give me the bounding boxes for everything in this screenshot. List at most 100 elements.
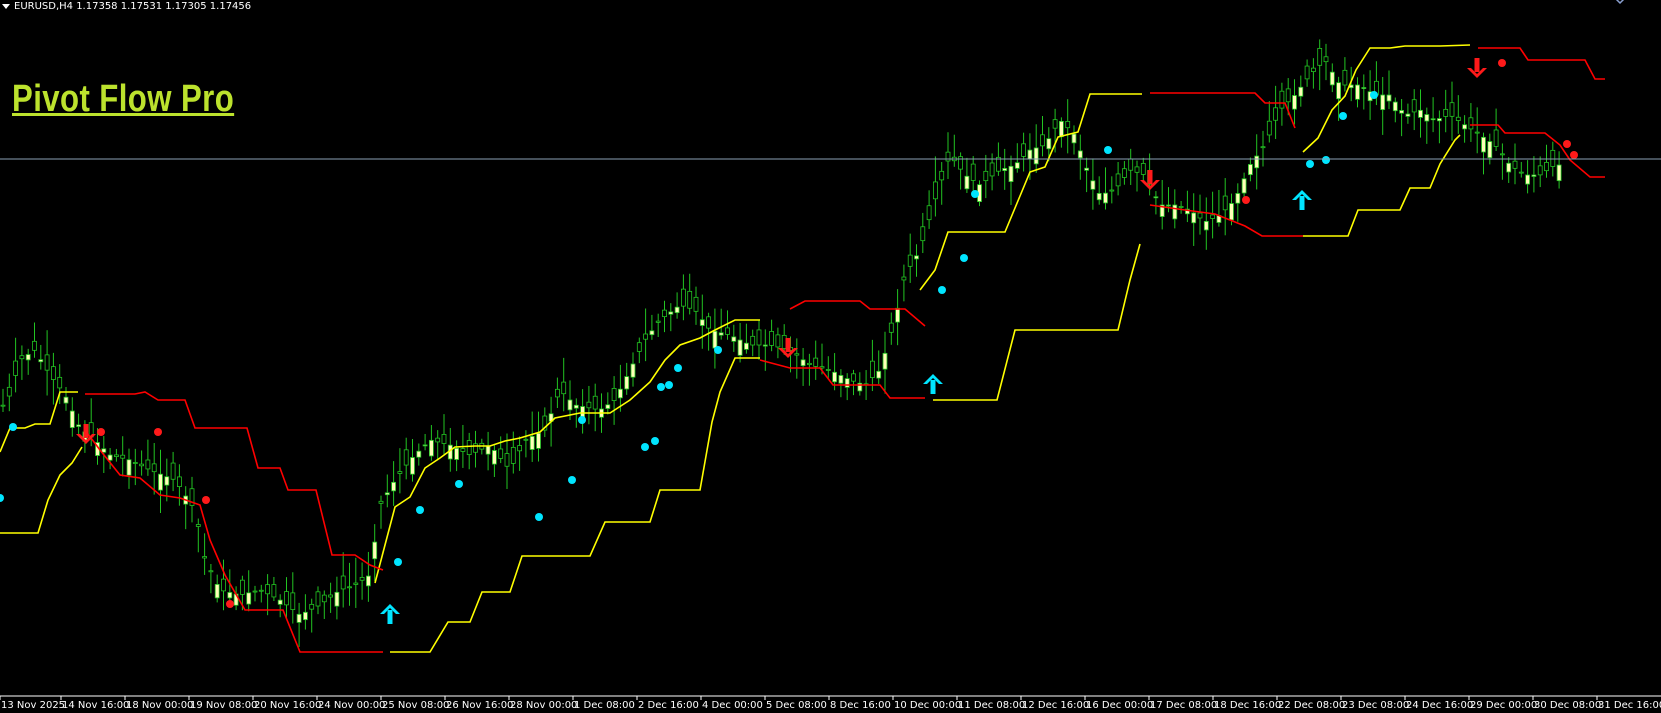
time-tick-label: 18 Dec 16:00: [1214, 700, 1281, 711]
time-tick-label: 25 Nov 08:00: [382, 700, 449, 711]
candle-body: [1487, 141, 1493, 159]
candle-body: [687, 290, 693, 309]
indicator-lines-layer: [0, 44, 1605, 653]
candle-body: [643, 333, 648, 340]
dropdown-triangle-icon[interactable]: [2, 3, 10, 9]
candle-body: [1122, 168, 1127, 178]
candle-body: [1059, 121, 1064, 138]
candle-body: [1292, 95, 1297, 110]
candle-body: [605, 404, 611, 409]
signal-dot: [651, 437, 659, 445]
candle-body: [498, 448, 504, 459]
candle-body: [939, 170, 945, 181]
candle-body: [1317, 48, 1323, 66]
candle-body: [769, 331, 774, 346]
candle-body: [1279, 90, 1285, 109]
candle-body: [290, 592, 296, 611]
candle-body: [1140, 163, 1146, 175]
time-axis: 13 Nov 202514 Nov 16:0018 Nov 00:0019 No…: [0, 696, 1661, 711]
candle-body: [1298, 86, 1304, 97]
candle-body: [1355, 84, 1360, 100]
resistance-line: [789, 300, 926, 327]
candle-body: [145, 459, 151, 470]
signal-dot: [1563, 140, 1571, 148]
candle-body: [202, 556, 208, 559]
candle-body: [365, 575, 371, 587]
candle-body: [1084, 167, 1089, 171]
candle-body: [208, 570, 214, 573]
candle-body: [1040, 134, 1045, 147]
candle-body: [920, 226, 926, 242]
candle-body: [655, 320, 661, 323]
candle-body: [851, 373, 856, 382]
candle-body: [1386, 94, 1392, 102]
candle-body: [227, 592, 233, 599]
signal-dot: [226, 600, 234, 608]
candle-body: [1518, 171, 1524, 174]
candle-body: [63, 396, 69, 404]
time-tick-label: 11 Dec 08:00: [958, 700, 1025, 711]
candle-body: [296, 613, 302, 623]
candle-body: [1550, 149, 1556, 167]
candle-body: [485, 445, 491, 455]
candle-body: [384, 492, 390, 496]
time-tick-label: 19 Nov 08:00: [190, 700, 257, 711]
time-tick-label: 12 Dec 16:00: [1022, 700, 1089, 711]
signal-dot: [0, 494, 4, 502]
candle-body: [1304, 65, 1310, 80]
candle-body: [718, 332, 724, 336]
candle-body: [611, 388, 617, 402]
candle-body: [731, 336, 737, 342]
candle-body: [1323, 56, 1329, 63]
candle-body: [882, 352, 888, 370]
candle-body: [895, 307, 900, 323]
signal-dot: [416, 506, 424, 514]
candle-body: [668, 311, 674, 315]
candle-body: [1455, 116, 1461, 121]
candle-body: [970, 163, 976, 181]
candle-body: [1273, 107, 1278, 121]
candle-body: [756, 329, 762, 346]
signal-dot: [938, 286, 946, 294]
signal-dot: [455, 480, 463, 488]
candle-body: [1008, 165, 1014, 183]
candle-body: [176, 476, 182, 488]
candle-body: [832, 371, 837, 383]
resistance-line: [85, 391, 384, 571]
candle-body: [876, 370, 882, 379]
candle-body: [57, 376, 63, 389]
time-tick-label: 10 Dec 00:00: [894, 700, 961, 711]
time-tick-label: 5 Dec 08:00: [766, 700, 827, 711]
candle-body: [1153, 196, 1159, 199]
buy-arrow-icon: [1292, 190, 1312, 210]
candle-body: [1027, 149, 1033, 160]
candle-body: [372, 541, 378, 560]
candle-body: [561, 381, 567, 395]
signal-dot: [1570, 151, 1578, 159]
chevron-down-icon[interactable]: [1615, 0, 1625, 6]
candle-body: [1449, 102, 1455, 117]
candle-body: [1392, 101, 1398, 112]
candle-body: [712, 330, 718, 349]
candle-body: [762, 344, 768, 347]
time-tick-label: 14 Nov 16:00: [62, 700, 129, 711]
signal-dot: [394, 558, 402, 566]
price-chart[interactable]: 13 Nov 202514 Nov 16:0018 Nov 00:0019 No…: [0, 0, 1661, 713]
candle-body: [19, 355, 25, 360]
candle-body: [775, 334, 781, 348]
candle-body: [825, 369, 831, 371]
candle-body: [573, 404, 579, 409]
chart-area[interactable]: 13 Nov 2025 14 Nov 16:00 18 Nov 00:00 19 No…: [0, 0, 1661, 713]
candle-body: [636, 342, 642, 352]
candle-body: [1437, 118, 1442, 122]
candle-body: [838, 375, 844, 384]
candle-body: [328, 594, 334, 598]
candle-body: [1430, 118, 1436, 121]
candle-body: [416, 450, 422, 458]
symbol-info-bar[interactable]: EURUSD,H4 1.17358 1.17531 1.17305 1.1745…: [2, 1, 251, 12]
candle-body: [1380, 94, 1386, 111]
candle-body: [347, 586, 352, 589]
signal-dot: [1104, 146, 1112, 154]
candle-body: [195, 524, 201, 527]
time-tick-label: 2 Dec 16:00: [638, 700, 699, 711]
